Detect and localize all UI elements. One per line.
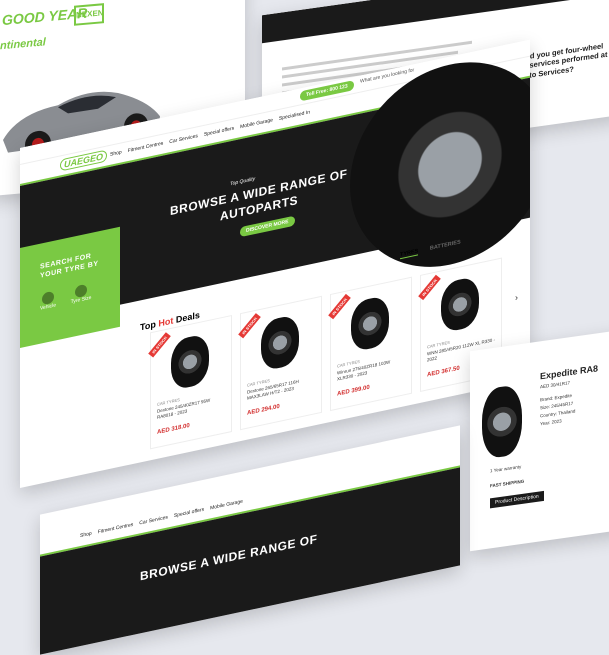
- stock-badge: IN STOCK: [238, 313, 261, 339]
- nav-special-offers[interactable]: Special offers: [204, 125, 234, 137]
- nav-car-services[interactable]: Car Services: [169, 133, 198, 145]
- tyre-size-option[interactable]: Tyre Size: [68, 282, 94, 306]
- tyre-image: [441, 275, 479, 334]
- detail-row: Year: 2023: [540, 418, 562, 427]
- product-card[interactable]: IN STOCK CAR TYRES Winrun 275/40ZR18 103…: [328, 276, 412, 412]
- nav-shop[interactable]: Shop: [110, 149, 122, 157]
- bottom-nav-mobile-garage[interactable]: Mobile Garage: [210, 499, 243, 512]
- article-hero: [262, 0, 609, 44]
- bottom-nav-car-services[interactable]: Car Services: [139, 514, 168, 526]
- stock-badge: IN STOCK: [328, 293, 351, 320]
- heading-hot: Hot: [158, 315, 174, 329]
- nav-fitment[interactable]: Fitment Centres: [128, 141, 164, 155]
- bottom-nav-shop[interactable]: Shop: [80, 531, 92, 539]
- vehicle-label: Vehicle: [39, 302, 57, 312]
- nav-mobile-garage[interactable]: Mobile Garage: [240, 117, 273, 130]
- detail-name: Expedite RA8: [540, 363, 599, 382]
- nav-specialised[interactable]: Specialised In: [279, 109, 310, 122]
- product-price: AED 367.50: [427, 365, 460, 379]
- tyre-image: [351, 294, 389, 353]
- detail-tyre-image: [482, 383, 522, 460]
- tyre-size-label: Tyre Size: [70, 294, 92, 306]
- next-arrow-icon[interactable]: ›: [515, 292, 518, 303]
- product-name[interactable]: Dextone 245/40ZR17 95W RA8018 - 2023: [157, 394, 227, 421]
- product-card[interactable]: IN STOCK CAR TYRES Dextone 245/40ZR17 95…: [148, 314, 232, 450]
- search-panel: SEARCH FOR YOUR TYRE BY Vehicle Tyre Siz…: [20, 226, 120, 348]
- product-price: AED 399.00: [337, 384, 370, 398]
- shipping-label: FAST SHIPPING: [490, 478, 525, 489]
- bottom-nav-fitment[interactable]: Fitment Centres: [98, 522, 134, 536]
- continental-logo: ntinental: [0, 36, 46, 53]
- stock-badge: IN STOCK: [418, 274, 441, 301]
- product-price: AED 294.00: [247, 403, 280, 417]
- product-name[interactable]: Winrun 275/40ZR18 103W XLR330 - 2023: [337, 356, 407, 383]
- product-price: AED 318.00: [157, 422, 190, 436]
- product-card[interactable]: IN STOCK CAR TYRES Dextone 265/65R17 116…: [238, 295, 322, 431]
- vehicle-option[interactable]: Vehicle: [38, 290, 58, 312]
- nexen-logo: NEXEN: [74, 3, 104, 26]
- tyre-image: [261, 313, 299, 372]
- product-description-tab[interactable]: Product Description: [490, 490, 544, 509]
- bottom-nav-special-offers[interactable]: Special offers: [174, 507, 204, 519]
- discover-more-button[interactable]: DISCOVER MORE: [240, 215, 295, 238]
- stock-badge: IN STOCK: [148, 332, 171, 358]
- detail-sku: AED 30/41R17: [540, 380, 571, 390]
- product-name[interactable]: Dextone 265/65R17 116H MAX3LAW H/T2 - 20…: [247, 375, 317, 402]
- product-detail-card: Expedite RA8 AED 30/41R17 Brand: Expedit…: [470, 328, 609, 552]
- tyre-image: [171, 332, 209, 391]
- warranty-label: 1 Year warranty: [490, 464, 522, 474]
